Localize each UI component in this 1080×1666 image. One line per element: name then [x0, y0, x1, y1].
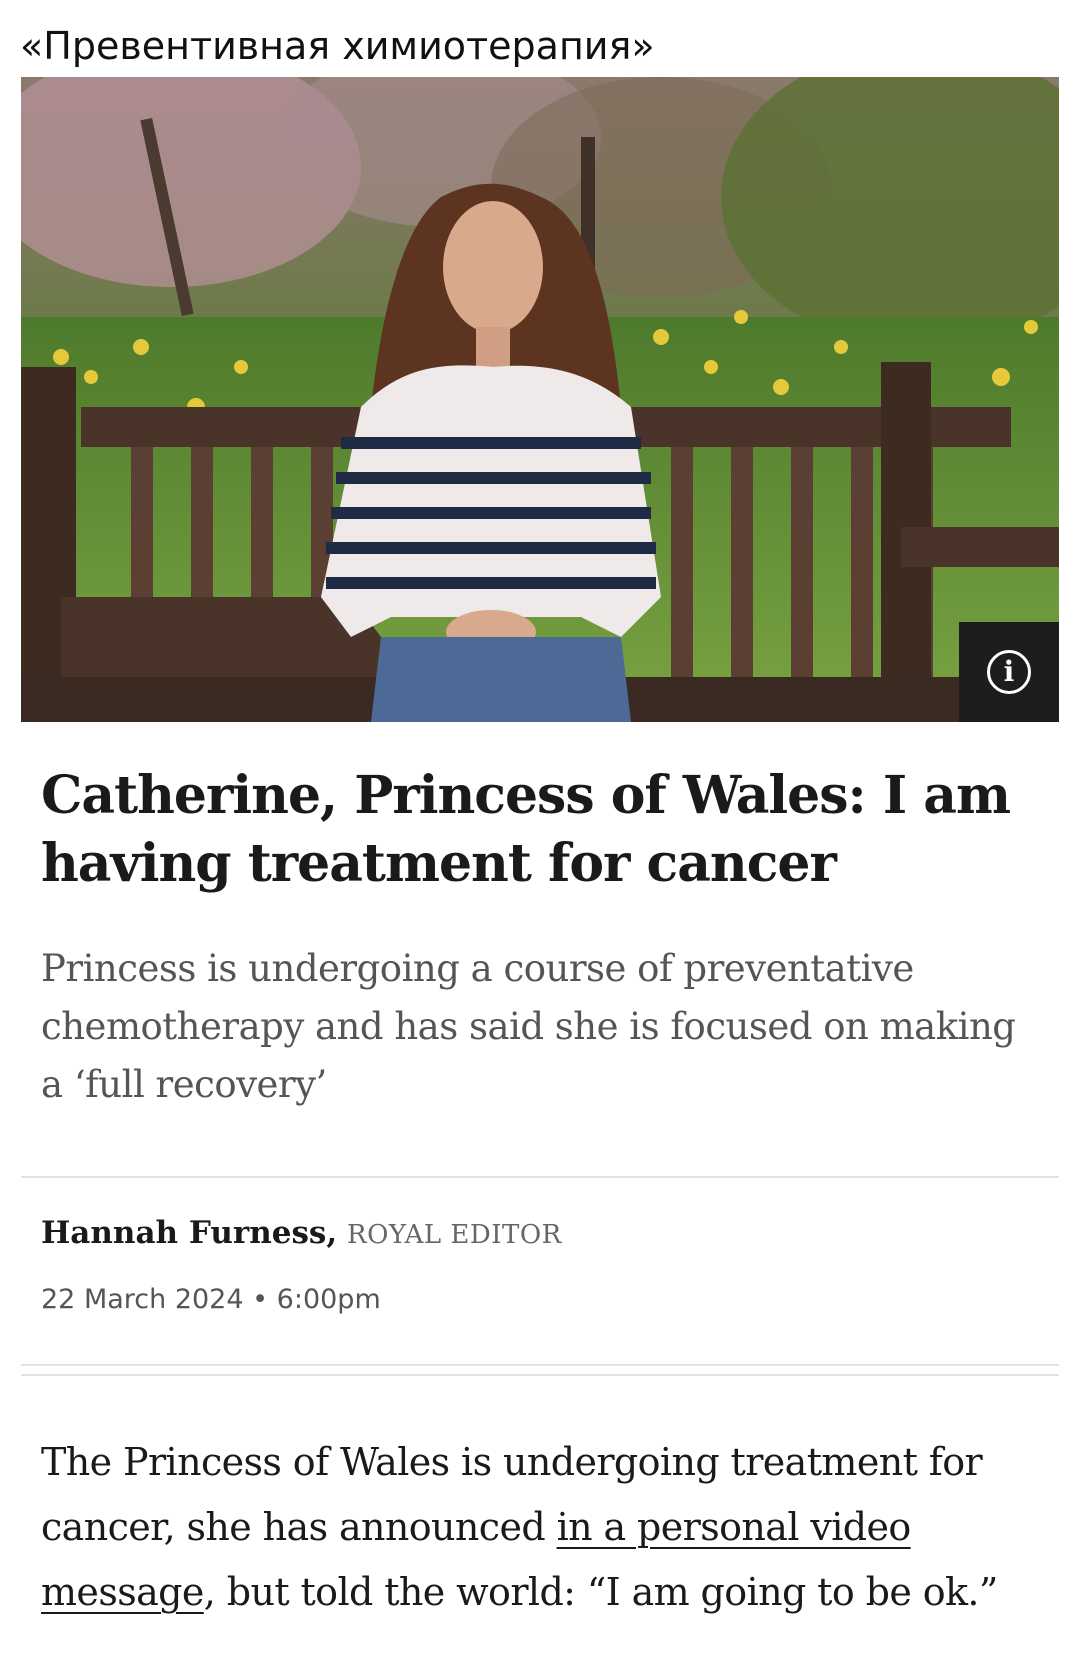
hero-image[interactable]: i [21, 77, 1059, 722]
article-standfirst: Princess is undergoing a course of preve… [41, 947, 1016, 1106]
author-role: Royal Editor [347, 1220, 562, 1250]
body-outro: , but told the world: “I am going to be … [203, 1570, 999, 1614]
publish-time: 6:00pm [276, 1284, 381, 1315]
author-name[interactable]: Hannah Furness, [41, 1215, 337, 1251]
date-separator: • [252, 1284, 269, 1315]
divider [21, 1374, 1059, 1376]
publish-date: 22 March 2024 • 6:00pm [41, 1284, 381, 1315]
hero-photo [21, 77, 1059, 722]
divider [21, 1364, 1059, 1366]
publish-date-day: 22 March 2024 [41, 1284, 244, 1315]
article-headline: Catherine, Princess of Wales: I am havin… [41, 765, 1011, 894]
divider [21, 1176, 1059, 1178]
top-caption: «Превентивная химиотерапия» [20, 24, 655, 68]
byline: Hannah Furness, Royal Editor [41, 1215, 562, 1251]
info-circle-icon: i [987, 650, 1031, 694]
article-body-paragraph: The Princess of Wales is undergoing trea… [41, 1430, 1051, 1625]
image-info-button[interactable]: i [959, 622, 1059, 722]
